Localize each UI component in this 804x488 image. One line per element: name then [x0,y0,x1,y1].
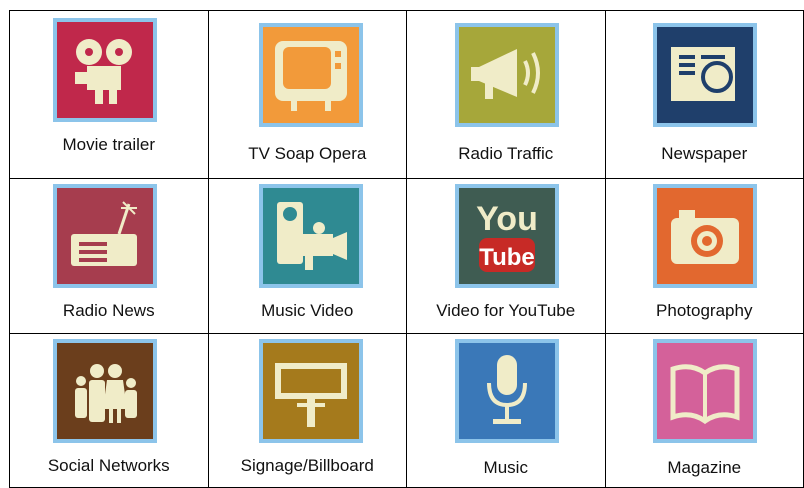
youtube-icon: You Tube [476,200,538,272]
photography-tile [652,184,757,288]
tile-label: Video for YouTube [436,301,576,320]
radio-news-tile [53,184,157,288]
radio-icon [71,201,137,266]
grid-cell: Signage/Billboard [207,333,407,488]
tile-label: Radio Traffic [458,144,554,163]
tile-label: Signage/Billboard [240,456,374,475]
radio-traffic-tile [455,23,559,127]
tile-label: Music [483,458,528,477]
grid-cell: Music [406,333,606,488]
grid-cell: Magazine [604,333,804,488]
camera-icon [670,210,739,264]
tv-soap-opera-tile [258,23,363,127]
music-video-tile [258,184,363,288]
grid-cell: Photography [604,178,804,334]
tile-label: Social Networks [47,456,170,475]
youtube-tube-text: Tube [479,244,535,271]
grid-cell: Social Networks [9,333,209,488]
tile-label: Radio News [62,301,155,320]
magazine-tile [652,339,757,443]
microphone-icon [487,355,527,424]
video-camera-icon [276,202,347,270]
billboard-icon [274,363,347,427]
tile-label: TV Soap Opera [248,144,367,163]
signage-billboard-tile [258,339,363,443]
tile-label: Newspaper [661,144,748,163]
media-grid: Movie trailer TV Soap Opera Radio Traffi… [9,10,804,488]
grid-cell: Radio News [9,178,209,334]
tile-label: Music Video [261,301,354,320]
film-projector-icon [75,39,132,104]
music-tile [455,339,559,443]
movie-trailer-tile [53,18,157,122]
grid-cell: Music Video [207,178,407,334]
grid-cell: You Tube Video for YouTube [406,178,606,334]
megaphone-icon [471,49,540,99]
grid-cell: Newspaper [604,10,804,179]
tile-label: Movie trailer [62,135,156,154]
newspaper-icon [670,47,735,101]
tile-label: Magazine [667,458,742,477]
youtube-you-text: You [476,200,538,238]
video-for-youtube-tile: You Tube [455,184,559,288]
tile-label: Photography [656,301,753,320]
newspaper-tile [652,23,757,127]
grid-cell: TV Soap Opera [207,10,407,179]
television-icon [274,41,347,111]
social-networks-tile [53,339,157,443]
grid-cell: Radio Traffic [406,10,606,179]
grid-cell: Movie trailer [9,10,209,179]
magazine-icon [670,364,739,425]
people-icon [75,364,137,423]
